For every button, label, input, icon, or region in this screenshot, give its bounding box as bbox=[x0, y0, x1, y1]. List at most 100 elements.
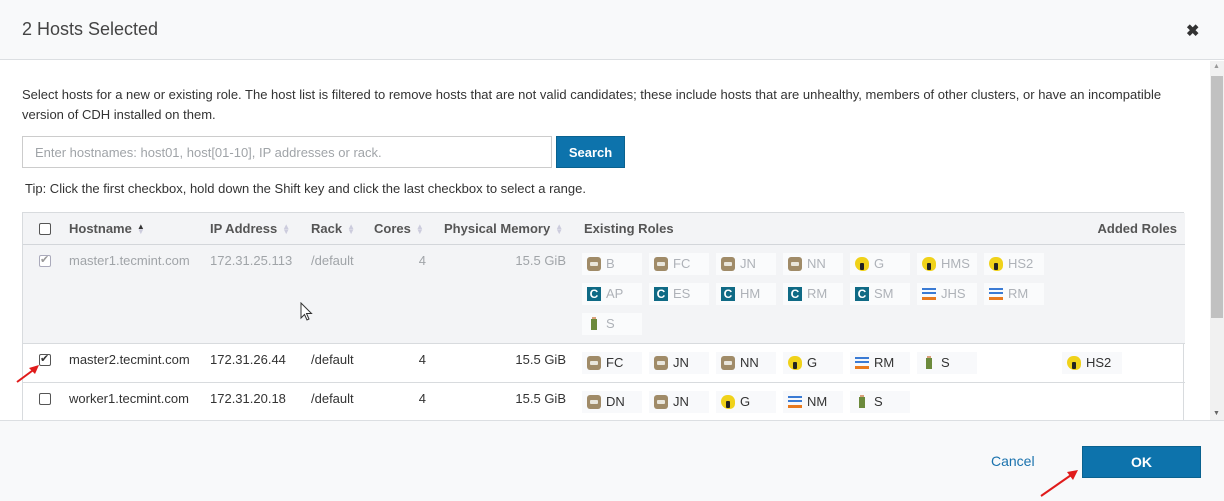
role-label: JN bbox=[673, 355, 689, 370]
rack-cell: /default bbox=[311, 390, 354, 406]
role-badge: HS2 bbox=[984, 252, 1044, 275]
role-label: HS2 bbox=[1086, 355, 1112, 370]
added-roles-list: HS2 bbox=[1062, 351, 1210, 382]
role-label: DN bbox=[606, 394, 625, 409]
row-checkbox[interactable] bbox=[39, 392, 51, 405]
cores-cell: 4 bbox=[418, 351, 426, 367]
ip-address-cell: 172.31.26.44 bbox=[210, 351, 286, 367]
role-label: S bbox=[941, 355, 950, 370]
column-existing-roles: Existing Roles bbox=[584, 220, 674, 236]
host-search-input[interactable] bbox=[22, 136, 552, 168]
role-label: G bbox=[807, 355, 818, 370]
role-label: S bbox=[874, 394, 883, 409]
vertical-scrollbar[interactable]: ▲ ▼ bbox=[1210, 61, 1224, 420]
cores-cell: 4 bbox=[418, 252, 426, 268]
sqoop-icon bbox=[587, 316, 601, 331]
hive-icon bbox=[922, 256, 936, 271]
role-label: JN bbox=[673, 394, 689, 409]
hdfs-icon bbox=[587, 355, 601, 370]
hive-icon bbox=[855, 256, 869, 271]
table-row: master1.tecmint.com 172.31.25.113/default… bbox=[23, 244, 1185, 343]
hive-icon bbox=[721, 394, 735, 409]
column-added-roles: Added Roles bbox=[1097, 220, 1177, 236]
added-roles-cell bbox=[1058, 244, 1185, 343]
role-badge: NM bbox=[783, 390, 843, 413]
role-label: RM bbox=[807, 286, 828, 301]
yarn-icon bbox=[788, 394, 802, 409]
column-physical-memory[interactable]: Physical Memory ▲ ▼ bbox=[438, 213, 578, 244]
existing-roles-cell: FC JN NN G RM S bbox=[578, 343, 1058, 382]
role-label: SM bbox=[874, 286, 894, 301]
hdfs-icon bbox=[654, 355, 668, 370]
role-label: FC bbox=[606, 355, 624, 370]
existing-roles-list: DN JN G NM S bbox=[582, 390, 1062, 421]
added-roles-cell bbox=[1058, 382, 1185, 420]
role-label: NN bbox=[807, 256, 826, 271]
role-label: RM bbox=[874, 355, 895, 370]
row-checkbox[interactable] bbox=[39, 352, 51, 366]
hive-icon bbox=[989, 256, 1003, 271]
scroll-down-icon[interactable]: ▼ bbox=[1213, 410, 1220, 417]
hdfs-icon bbox=[587, 256, 601, 271]
role-label: G bbox=[740, 394, 751, 409]
role-badge: S bbox=[582, 312, 642, 335]
search-button[interactable]: Search bbox=[556, 136, 625, 168]
column-cores-label: Cores bbox=[374, 220, 411, 236]
role-badge: HMS bbox=[917, 252, 977, 275]
role-badge: JHS bbox=[917, 282, 977, 305]
column-hostname-label: Hostname bbox=[69, 220, 132, 236]
role-badge: FC bbox=[649, 252, 709, 275]
yarn-icon bbox=[855, 355, 869, 370]
rack-cell: /default bbox=[311, 351, 354, 367]
existing-roles-list: B FC JN NN G HMS HS2 C AP C ES C HM C RM C SM JHS RM S bbox=[582, 252, 1062, 343]
role-badge: RM bbox=[984, 282, 1044, 305]
cloudera-icon: C bbox=[721, 286, 735, 301]
role-label: ES bbox=[673, 286, 691, 301]
cancel-button[interactable]: Cancel bbox=[991, 453, 1035, 469]
role-badge: C HM bbox=[716, 282, 776, 305]
role-label: JHS bbox=[941, 286, 966, 301]
row-select-cell bbox=[23, 382, 63, 420]
sort-icon: ▲ ▼ bbox=[415, 222, 424, 237]
ok-button[interactable]: OK bbox=[1082, 446, 1201, 478]
cloudera-icon: C bbox=[788, 286, 802, 301]
sqoop-icon bbox=[855, 394, 869, 409]
role-label: HMS bbox=[941, 256, 970, 271]
role-badge: G bbox=[716, 390, 776, 413]
role-badge: S bbox=[850, 390, 910, 413]
sqoop-icon bbox=[922, 355, 936, 370]
mouse-cursor-icon bbox=[300, 302, 313, 321]
role-badge: JN bbox=[649, 390, 709, 413]
table-row[interactable]: worker1.tecmint.com 172.31.20.18/default 4… bbox=[23, 382, 1185, 420]
select-all-checkbox[interactable] bbox=[39, 223, 51, 236]
memory-cell: 15.5 GiB bbox=[515, 390, 566, 406]
modal-header: 2 Hosts Selected ✖ bbox=[0, 0, 1224, 60]
column-rack[interactable]: Rack ▲ ▼ bbox=[305, 213, 368, 244]
role-label: FC bbox=[673, 256, 691, 271]
column-ip-address[interactable]: IP Address ▲ ▼ bbox=[204, 213, 305, 244]
hdfs-icon bbox=[721, 256, 735, 271]
table-row[interactable]: master2.tecmint.com 172.31.26.44/default 4… bbox=[23, 343, 1185, 382]
column-cores[interactable]: Cores ▲ ▼ bbox=[368, 213, 438, 244]
role-label: NM bbox=[807, 394, 828, 409]
row-checkbox bbox=[39, 253, 51, 267]
role-badge: DN bbox=[582, 390, 642, 413]
role-badge: G bbox=[783, 351, 843, 374]
role-badge: JN bbox=[716, 252, 776, 275]
scrollbar-thumb[interactable] bbox=[1211, 76, 1223, 318]
rack-cell: /default bbox=[311, 252, 354, 268]
close-icon[interactable]: ✖ bbox=[1186, 24, 1199, 40]
tip-text: Tip: Click the first checkbox, hold down… bbox=[25, 181, 586, 196]
hostname-cell: worker1.tecmint.com bbox=[69, 390, 189, 406]
scroll-up-icon[interactable]: ▲ bbox=[1213, 63, 1220, 70]
hosts-table: Hostname ▲ ▼ IP Address ▲ ▼ Rack ▲ ▼ Cores ▲ ▼ P… bbox=[22, 212, 1185, 420]
role-label: RM bbox=[1008, 286, 1029, 301]
role-label: AP bbox=[606, 286, 624, 301]
modal-title: 2 Hosts Selected bbox=[22, 19, 159, 39]
existing-roles-cell: DN JN G NM S bbox=[578, 382, 1058, 420]
existing-roles-list: FC JN NN G RM S bbox=[582, 351, 1062, 382]
cores-cell: 4 bbox=[418, 390, 426, 406]
sort-icon: ▲ ▼ bbox=[555, 222, 564, 237]
column-rack-label: Rack bbox=[311, 220, 343, 236]
column-hostname[interactable]: Hostname ▲ ▼ bbox=[63, 213, 204, 244]
